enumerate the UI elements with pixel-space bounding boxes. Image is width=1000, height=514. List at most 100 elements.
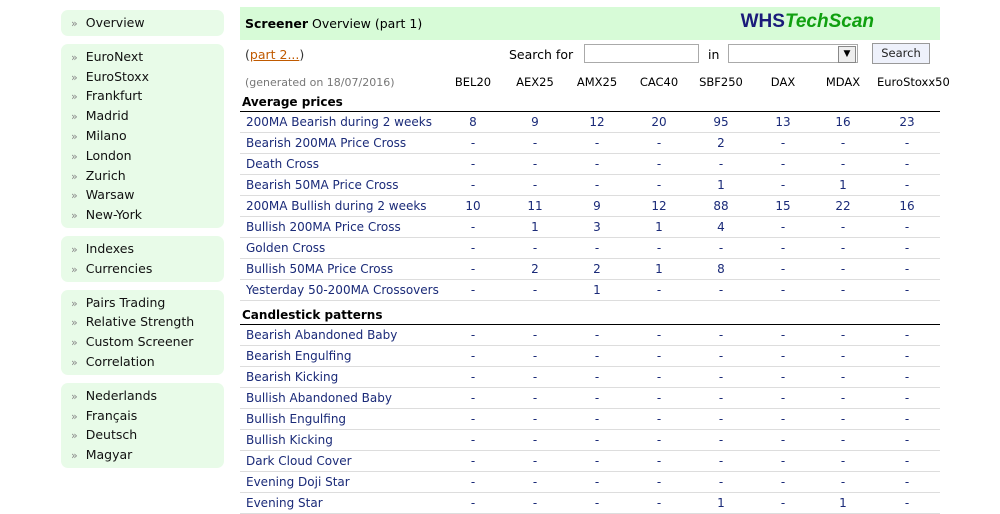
row-label-link[interactable]: 200MA Bearish during 2 weeks <box>246 115 432 129</box>
table-cell[interactable]: 23 <box>877 115 937 129</box>
table-cell[interactable]: 8 <box>443 115 503 129</box>
table-cell: - <box>594 412 600 426</box>
sidebar-item[interactable]: » Overview <box>71 13 224 33</box>
sidebar-item[interactable]: » Pairs Trading <box>71 293 224 313</box>
table-cell: - <box>780 262 786 276</box>
row-label-link[interactable]: Bearish 200MA Price Cross <box>246 136 406 150</box>
row-label-link[interactable]: Bullish Abandoned Baby <box>246 391 392 405</box>
table-cell[interactable]: 1 <box>567 283 627 297</box>
table-cell[interactable]: 8 <box>691 262 751 276</box>
sidebar-item[interactable]: » Currencies <box>71 259 224 279</box>
table-cell[interactable]: 15 <box>753 199 813 213</box>
table-cell[interactable]: 9 <box>567 199 627 213</box>
market-select[interactable]: ▼ <box>728 44 858 63</box>
table-cell[interactable]: 4 <box>691 220 751 234</box>
sidebar-item-label: Zurich <box>85 167 126 183</box>
table-row: Death Cross - - - - - - - - <box>240 154 940 175</box>
table-cell[interactable]: 16 <box>813 115 873 129</box>
table-cell[interactable]: 20 <box>629 115 689 129</box>
sidebar-item[interactable]: » Deutsch <box>71 425 224 445</box>
table-cell[interactable]: 1 <box>629 220 689 234</box>
part2-link[interactable]: part 2... <box>250 47 299 62</box>
sidebar-item-label: Currencies <box>85 260 153 276</box>
table-cell[interactable]: 1 <box>505 220 565 234</box>
chevron-right-icon: » <box>71 129 78 143</box>
sidebar-item[interactable]: » EuroNext <box>71 47 224 67</box>
row-label-link[interactable]: Bullish Engulfing <box>246 412 346 426</box>
table-cell[interactable]: 3 <box>567 220 627 234</box>
table-cell: - <box>470 475 476 489</box>
table-cell: - <box>780 157 786 171</box>
table-cell[interactable]: 12 <box>567 115 627 129</box>
table-cell[interactable]: 16 <box>877 199 937 213</box>
table-cell[interactable]: 1 <box>691 178 751 192</box>
site-logo[interactable]: WHSTechScan <box>741 11 874 33</box>
sidebar-item[interactable]: » Custom Screener <box>71 332 224 352</box>
table-cell[interactable]: 88 <box>691 199 751 213</box>
table-cell[interactable]: 2 <box>505 262 565 276</box>
table-cell[interactable]: 12 <box>629 199 689 213</box>
row-label-link[interactable]: Dark Cloud Cover <box>246 454 352 468</box>
table-cell: - <box>718 412 724 426</box>
sidebar-item-label: Magyar <box>85 447 133 463</box>
table-cell: - <box>594 136 600 150</box>
row-label-link[interactable]: Yesterday 50-200MA Crossovers <box>246 283 439 297</box>
sidebar-item[interactable]: » Nederlands <box>71 386 224 406</box>
table-cell: - <box>904 412 910 426</box>
sidebar-item[interactable]: » Frankfurt <box>71 86 224 106</box>
sidebar-item[interactable]: » Milano <box>71 126 224 146</box>
table-cell: - <box>780 220 786 234</box>
sidebar-item[interactable]: » New-York <box>71 205 224 225</box>
table-cell[interactable]: 1 <box>629 262 689 276</box>
row-label-link[interactable]: Bearish Engulfing <box>246 349 351 363</box>
search-button[interactable]: Search <box>872 43 930 64</box>
sidebar-item[interactable]: » Zurich <box>71 166 224 186</box>
sidebar-item[interactable]: » London <box>71 146 224 166</box>
row-label-link[interactable]: Evening Doji Star <box>246 475 350 489</box>
sidebar-item[interactable]: » Relative Strength <box>71 312 224 332</box>
row-label-link[interactable]: Bullish 50MA Price Cross <box>246 262 393 276</box>
sidebar-item[interactable]: » Warsaw <box>71 185 224 205</box>
sidebar-group: » EuroNext » EuroStoxx » Frankfurt » Madrid » Mil… <box>61 43 224 228</box>
table-cell: - <box>594 370 600 384</box>
table-cell: - <box>718 391 724 405</box>
table-cell[interactable]: 9 <box>505 115 565 129</box>
row-label-link[interactable]: Bearish Kicking <box>246 370 338 384</box>
search-input[interactable] <box>584 44 699 63</box>
chevron-right-icon: » <box>71 70 78 84</box>
row-label-link[interactable]: Bearish 50MA Price Cross <box>246 178 399 192</box>
chevron-right-icon: » <box>71 336 78 350</box>
sidebar-item[interactable]: » Madrid <box>71 106 224 126</box>
table-cell: - <box>470 178 476 192</box>
table-cell[interactable]: 2 <box>691 136 751 150</box>
sidebar-item[interactable]: » Correlation <box>71 352 224 372</box>
row-label-link[interactable]: Bullish Kicking <box>246 433 333 447</box>
table-cell[interactable]: 22 <box>813 199 873 213</box>
table-cell[interactable]: 1 <box>813 496 873 510</box>
table-cell[interactable]: 1 <box>813 178 873 192</box>
table-cell: - <box>532 349 538 363</box>
table-cell[interactable]: 11 <box>505 199 565 213</box>
row-label-link[interactable]: Bearish Abandoned Baby <box>246 328 397 342</box>
table-cell[interactable]: 1 <box>691 496 751 510</box>
sidebar-item[interactable]: » EuroStoxx <box>71 67 224 87</box>
chevron-down-icon[interactable]: ▼ <box>838 46 856 63</box>
table-cell: - <box>532 370 538 384</box>
sidebar-item[interactable]: » Indexes <box>71 239 224 259</box>
row-label-link[interactable]: Death Cross <box>246 157 319 171</box>
table-cell[interactable]: 13 <box>753 115 813 129</box>
table-cell[interactable]: 2 <box>567 262 627 276</box>
row-label-link[interactable]: Bullish 200MA Price Cross <box>246 220 401 234</box>
table-cell: - <box>470 454 476 468</box>
row-label-link[interactable]: 200MA Bullish during 2 weeks <box>246 199 427 213</box>
table-cell[interactable]: 95 <box>691 115 751 129</box>
table-cell: - <box>656 412 662 426</box>
sidebar-item[interactable]: » Français <box>71 406 224 426</box>
row-label-link[interactable]: Golden Cross <box>246 241 325 255</box>
table-cell[interactable]: 10 <box>443 199 503 213</box>
sidebar-item[interactable]: » Magyar <box>71 445 224 465</box>
table-cell: - <box>470 349 476 363</box>
sidebar-item-label: New-York <box>85 207 143 223</box>
row-label-link[interactable]: Evening Star <box>246 496 323 510</box>
table-cell: - <box>904 241 910 255</box>
